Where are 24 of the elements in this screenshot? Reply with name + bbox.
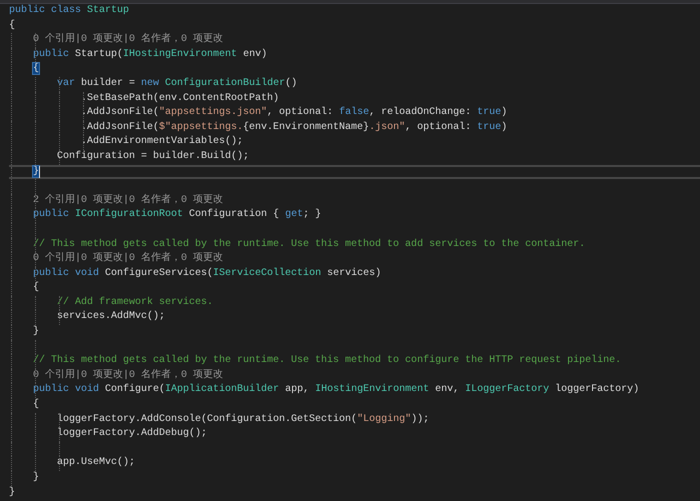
- code-line: {: [33, 281, 40, 296]
- code-line: Configuration = builder.Build();: [57, 150, 250, 164]
- code-line: }: [33, 471, 40, 485]
- code-line: public void Configure(IApplicationBuilder app, IHostingEnvironment env, ILoggerFactory loggerFactory): [33, 383, 640, 398]
- code-line: public Startup(IHostingEnvironment env): [33, 48, 268, 62]
- code-line: var builder = new ConfigurationBuilder(): [57, 76, 298, 91]
- code-lens[interactable]: 0 个引用|0 项更改|0 名作者，0 项更改: [33, 252, 224, 267]
- code-line: {: [9, 18, 16, 33]
- code-line: {: [33, 398, 40, 412]
- code-line: public IConfigurationRoot Configuration { get; }: [33, 208, 322, 222]
- code-line: services.AddMvc();: [57, 310, 166, 324]
- code-line: }: [9, 486, 16, 500]
- code-line: public class Startup: [9, 4, 130, 18]
- code-line: .AddEnvironmentVariables();: [81, 135, 244, 150]
- code-line: .AddJsonFile($"appsettings.{env.EnvironmentName}.json", optional: true): [81, 120, 508, 135]
- code-line: .SetBasePath(env.ContentRootPath): [81, 92, 280, 106]
- code-line: app.UseMvc();: [57, 456, 136, 470]
- text-cursor: [39, 166, 40, 178]
- code-line: .AddJsonFile("appsettings.json", optional: false, reloadOnChange: true): [81, 106, 508, 120]
- code-lens[interactable]: 0 个引用|0 项更改|0 名作者，0 项更改: [33, 33, 224, 48]
- code-line: }: [33, 325, 40, 340]
- code-line: public void ConfigureServices(IServiceCollection services): [33, 266, 382, 281]
- code-line: loggerFactory.AddConsole(Configuration.GetSection("Logging"));: [57, 412, 430, 427]
- code-line: loggerFactory.AddDebug();: [57, 427, 208, 442]
